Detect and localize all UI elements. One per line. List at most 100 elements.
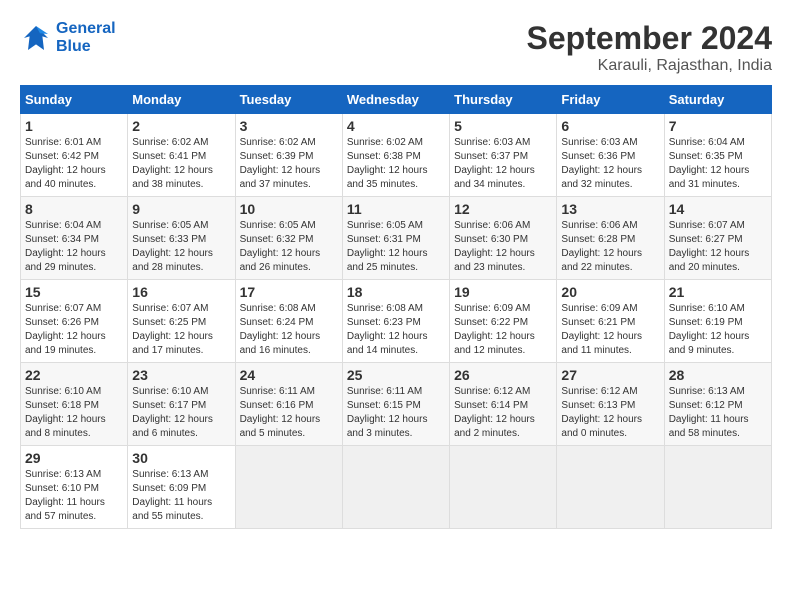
day-info: Sunrise: 6:10 AM Sunset: 6:18 PM Dayligh… [25,385,123,441]
calendar-week-3: 15 Sunrise: 6:07 AM Sunset: 6:26 PM Dayl… [21,280,772,363]
logo-icon [20,22,52,54]
calendar-day: 26 Sunrise: 6:12 AM Sunset: 6:14 PM Dayl… [450,363,557,446]
day-info: Sunrise: 6:06 AM Sunset: 6:30 PM Dayligh… [454,219,552,275]
day-info: Sunrise: 6:07 AM Sunset: 6:27 PM Dayligh… [669,219,767,275]
day-number: 22 [25,367,123,383]
calendar-day: 21 Sunrise: 6:10 AM Sunset: 6:19 PM Dayl… [664,280,771,363]
calendar-day: 18 Sunrise: 6:08 AM Sunset: 6:23 PM Dayl… [342,280,449,363]
calendar-day [557,446,664,529]
day-number: 12 [454,201,552,217]
day-number: 16 [132,284,230,300]
day-info: Sunrise: 6:13 AM Sunset: 6:09 PM Dayligh… [132,468,230,524]
day-number: 17 [240,284,338,300]
day-number: 29 [25,450,123,466]
logo: General Blue [20,20,116,55]
calendar-day: 10 Sunrise: 6:05 AM Sunset: 6:32 PM Dayl… [235,197,342,280]
day-number: 11 [347,201,445,217]
day-info: Sunrise: 6:02 AM Sunset: 6:41 PM Dayligh… [132,136,230,192]
day-info: Sunrise: 6:04 AM Sunset: 6:34 PM Dayligh… [25,219,123,275]
calendar-week-2: 8 Sunrise: 6:04 AM Sunset: 6:34 PM Dayli… [21,197,772,280]
day-number: 26 [454,367,552,383]
day-number: 19 [454,284,552,300]
day-number: 20 [561,284,659,300]
page-header: General Blue September 2024 Karauli, Raj… [20,20,772,75]
calendar-day: 27 Sunrise: 6:12 AM Sunset: 6:13 PM Dayl… [557,363,664,446]
day-info: Sunrise: 6:07 AM Sunset: 6:25 PM Dayligh… [132,302,230,358]
day-number: 9 [132,201,230,217]
calendar-day [342,446,449,529]
day-number: 7 [669,118,767,134]
calendar-day: 15 Sunrise: 6:07 AM Sunset: 6:26 PM Dayl… [21,280,128,363]
calendar-week-4: 22 Sunrise: 6:10 AM Sunset: 6:18 PM Dayl… [21,363,772,446]
calendar-day: 7 Sunrise: 6:04 AM Sunset: 6:35 PM Dayli… [664,114,771,197]
day-number: 21 [669,284,767,300]
day-info: Sunrise: 6:06 AM Sunset: 6:28 PM Dayligh… [561,219,659,275]
day-info: Sunrise: 6:02 AM Sunset: 6:38 PM Dayligh… [347,136,445,192]
title-block: September 2024 Karauli, Rajasthan, India [527,20,772,75]
header-monday: Monday [128,86,235,114]
calendar-day: 28 Sunrise: 6:13 AM Sunset: 6:12 PM Dayl… [664,363,771,446]
day-number: 25 [347,367,445,383]
day-number: 18 [347,284,445,300]
day-number: 2 [132,118,230,134]
calendar-day [235,446,342,529]
day-number: 28 [669,367,767,383]
day-info: Sunrise: 6:12 AM Sunset: 6:13 PM Dayligh… [561,385,659,441]
day-info: Sunrise: 6:09 AM Sunset: 6:22 PM Dayligh… [454,302,552,358]
calendar-day: 6 Sunrise: 6:03 AM Sunset: 6:36 PM Dayli… [557,114,664,197]
calendar-week-1: 1 Sunrise: 6:01 AM Sunset: 6:42 PM Dayli… [21,114,772,197]
calendar-day: 2 Sunrise: 6:02 AM Sunset: 6:41 PM Dayli… [128,114,235,197]
day-number: 24 [240,367,338,383]
day-info: Sunrise: 6:13 AM Sunset: 6:12 PM Dayligh… [669,385,767,441]
calendar-day [664,446,771,529]
calendar-day: 12 Sunrise: 6:06 AM Sunset: 6:30 PM Dayl… [450,197,557,280]
day-info: Sunrise: 6:01 AM Sunset: 6:42 PM Dayligh… [25,136,123,192]
header-thursday: Thursday [450,86,557,114]
day-info: Sunrise: 6:02 AM Sunset: 6:39 PM Dayligh… [240,136,338,192]
day-info: Sunrise: 6:12 AM Sunset: 6:14 PM Dayligh… [454,385,552,441]
day-info: Sunrise: 6:08 AM Sunset: 6:23 PM Dayligh… [347,302,445,358]
calendar-day: 30 Sunrise: 6:13 AM Sunset: 6:09 PM Dayl… [128,446,235,529]
calendar-day: 14 Sunrise: 6:07 AM Sunset: 6:27 PM Dayl… [664,197,771,280]
calendar-day: 23 Sunrise: 6:10 AM Sunset: 6:17 PM Dayl… [128,363,235,446]
calendar-day: 29 Sunrise: 6:13 AM Sunset: 6:10 PM Dayl… [21,446,128,529]
calendar-day: 16 Sunrise: 6:07 AM Sunset: 6:25 PM Dayl… [128,280,235,363]
calendar-day: 5 Sunrise: 6:03 AM Sunset: 6:37 PM Dayli… [450,114,557,197]
day-number: 1 [25,118,123,134]
header-friday: Friday [557,86,664,114]
day-number: 27 [561,367,659,383]
calendar-subtitle: Karauli, Rajasthan, India [527,57,772,75]
day-info: Sunrise: 6:08 AM Sunset: 6:24 PM Dayligh… [240,302,338,358]
day-info: Sunrise: 6:11 AM Sunset: 6:16 PM Dayligh… [240,385,338,441]
header-wednesday: Wednesday [342,86,449,114]
calendar-day: 3 Sunrise: 6:02 AM Sunset: 6:39 PM Dayli… [235,114,342,197]
calendar-day: 1 Sunrise: 6:01 AM Sunset: 6:42 PM Dayli… [21,114,128,197]
day-number: 10 [240,201,338,217]
calendar-day: 4 Sunrise: 6:02 AM Sunset: 6:38 PM Dayli… [342,114,449,197]
day-info: Sunrise: 6:05 AM Sunset: 6:33 PM Dayligh… [132,219,230,275]
day-number: 23 [132,367,230,383]
day-number: 5 [454,118,552,134]
header-saturday: Saturday [664,86,771,114]
calendar-day: 25 Sunrise: 6:11 AM Sunset: 6:15 PM Dayl… [342,363,449,446]
day-info: Sunrise: 6:05 AM Sunset: 6:32 PM Dayligh… [240,219,338,275]
day-number: 13 [561,201,659,217]
day-number: 6 [561,118,659,134]
day-info: Sunrise: 6:07 AM Sunset: 6:26 PM Dayligh… [25,302,123,358]
calendar-day: 24 Sunrise: 6:11 AM Sunset: 6:16 PM Dayl… [235,363,342,446]
day-info: Sunrise: 6:05 AM Sunset: 6:31 PM Dayligh… [347,219,445,275]
day-info: Sunrise: 6:10 AM Sunset: 6:17 PM Dayligh… [132,385,230,441]
calendar-header-row: Sunday Monday Tuesday Wednesday Thursday… [21,86,772,114]
calendar-day: 19 Sunrise: 6:09 AM Sunset: 6:22 PM Dayl… [450,280,557,363]
day-info: Sunrise: 6:13 AM Sunset: 6:10 PM Dayligh… [25,468,123,524]
day-info: Sunrise: 6:10 AM Sunset: 6:19 PM Dayligh… [669,302,767,358]
calendar-day: 8 Sunrise: 6:04 AM Sunset: 6:34 PM Dayli… [21,197,128,280]
day-info: Sunrise: 6:09 AM Sunset: 6:21 PM Dayligh… [561,302,659,358]
header-sunday: Sunday [21,86,128,114]
day-info: Sunrise: 6:04 AM Sunset: 6:35 PM Dayligh… [669,136,767,192]
header-tuesday: Tuesday [235,86,342,114]
day-number: 15 [25,284,123,300]
day-info: Sunrise: 6:11 AM Sunset: 6:15 PM Dayligh… [347,385,445,441]
day-info: Sunrise: 6:03 AM Sunset: 6:37 PM Dayligh… [454,136,552,192]
day-info: Sunrise: 6:03 AM Sunset: 6:36 PM Dayligh… [561,136,659,192]
